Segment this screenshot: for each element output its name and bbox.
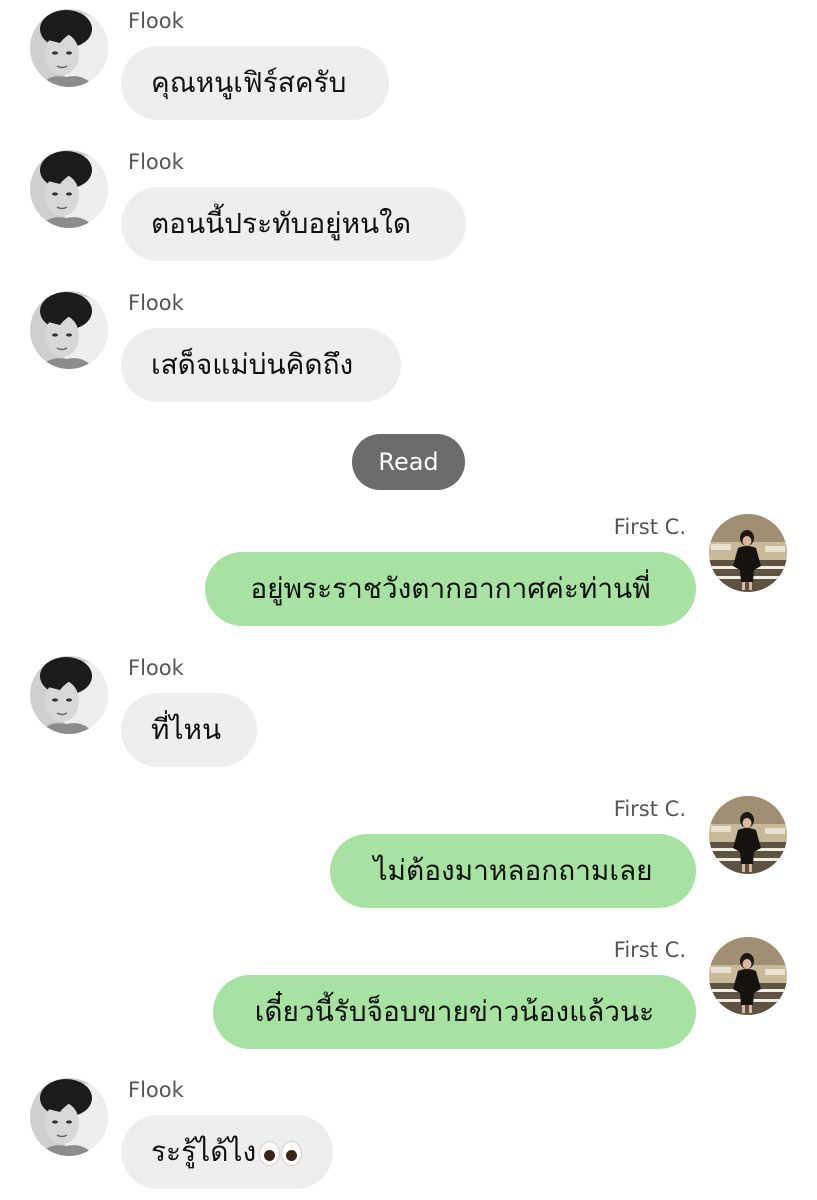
flook-avatar-icon xyxy=(30,1078,108,1156)
avatar[interactable] xyxy=(30,9,108,87)
message-text: อยู่พระราชวังตากอากาศค่ะท่านพี่ xyxy=(250,572,651,605)
message-bubble[interactable]: คุณหนูเฟิร์สครับ xyxy=(121,46,389,120)
sender-name: First C. xyxy=(613,515,686,539)
sender-name: Flook xyxy=(128,9,184,33)
sender-name: Flook xyxy=(128,1078,184,1102)
message-text: ไม่ต้องมาหลอกถามเลย xyxy=(373,854,653,887)
sender-name: Flook xyxy=(128,656,184,680)
avatar[interactable] xyxy=(709,514,787,592)
flook-avatar-icon xyxy=(30,291,108,369)
avatar[interactable] xyxy=(30,656,108,734)
message-bubble[interactable]: เดี๋ยวนี้รับจ็อบขายข่าวน้องแล้วนะ xyxy=(213,975,696,1049)
sender-name: First C. xyxy=(613,797,686,821)
avatar[interactable] xyxy=(709,937,787,1015)
eyes-emoji-icon xyxy=(258,1136,303,1169)
message-bubble[interactable]: ระรู้ได้ไง xyxy=(121,1115,333,1189)
first-avatar-icon xyxy=(709,937,787,1015)
message-bubble[interactable]: ตอนนี้ประทับอยู่หนใด xyxy=(121,187,466,261)
flook-avatar-icon xyxy=(30,150,108,228)
read-receipt-badge: Read xyxy=(352,434,465,490)
message-bubble[interactable]: อยู่พระราชวังตากอากาศค่ะท่านพี่ xyxy=(205,552,696,626)
message-bubble[interactable]: ไม่ต้องมาหลอกถามเลย xyxy=(330,834,696,908)
message-text: ที่ไหน xyxy=(151,713,222,746)
flook-avatar-icon xyxy=(30,9,108,87)
message-text: เสด็จแม่บ่นคิดถึง xyxy=(151,348,354,381)
message-text: ระรู้ได้ไง xyxy=(151,1135,257,1168)
flook-avatar-icon xyxy=(30,656,108,734)
first-avatar-icon xyxy=(709,514,787,592)
sender-name: First C. xyxy=(613,938,686,962)
message-bubble[interactable]: ที่ไหน xyxy=(121,693,257,767)
sender-name: Flook xyxy=(128,150,184,174)
message-bubble[interactable]: เสด็จแม่บ่นคิดถึง xyxy=(121,328,401,402)
message-text: ตอนนี้ประทับอยู่หนใด xyxy=(151,207,412,240)
message-text: คุณหนูเฟิร์สครับ xyxy=(151,66,347,99)
avatar[interactable] xyxy=(30,1078,108,1156)
first-avatar-icon xyxy=(709,796,787,874)
avatar[interactable] xyxy=(709,796,787,874)
message-text: เดี๋ยวนี้รับจ็อบขายข่าวน้องแล้วนะ xyxy=(254,995,655,1028)
avatar[interactable] xyxy=(30,150,108,228)
sender-name: Flook xyxy=(128,291,184,315)
avatar[interactable] xyxy=(30,291,108,369)
